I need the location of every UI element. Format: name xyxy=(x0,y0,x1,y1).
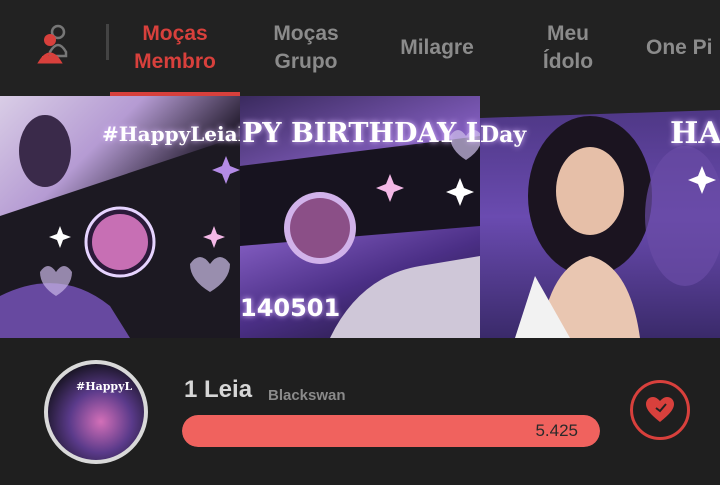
ranking-row[interactable]: #HappyL 1 Leia Blackswan 5.425 xyxy=(0,338,720,485)
banner-panel-left: #HappyLeiaI xyxy=(0,96,240,338)
nav-divider xyxy=(106,24,109,60)
banner-birthday-text: PY BIRTHDAY LEIA xyxy=(242,118,480,149)
tab-mocas-membro[interactable]: Moças Membro xyxy=(110,0,240,96)
top-nav-bar: Moças Membro Moças Grupo Milagre Meu Ído… xyxy=(0,0,720,96)
tab-one-pi[interactable]: One Pi xyxy=(646,0,720,96)
user-group-icon[interactable] xyxy=(34,22,74,64)
rank-and-name: 1 Leia xyxy=(184,376,253,403)
banner-hap-fragment: HAP xyxy=(670,116,720,151)
avatar[interactable]: #HappyL xyxy=(44,360,148,464)
birthday-banner[interactable]: #HappyLeiaI PY BIRTHDAY LEIA 140501 Day … xyxy=(0,96,720,338)
banner-day-fragment: Day xyxy=(480,122,527,148)
vote-heart-button[interactable] xyxy=(630,380,690,440)
avatar-hashtag: #HappyL xyxy=(76,380,133,393)
banner-panel-right: Day HAP xyxy=(480,96,720,338)
group-name: Blackswan xyxy=(268,387,346,404)
banner-hashtag: #HappyLeiaI xyxy=(102,122,240,146)
tab-milagre[interactable]: Milagre xyxy=(382,0,492,96)
tab-meu-idolo[interactable]: Meu Ídolo xyxy=(522,0,614,96)
heart-icon xyxy=(646,397,674,422)
tab-mocas-grupo[interactable]: Moças Grupo xyxy=(248,0,364,96)
vote-progress-bar: 5.425 xyxy=(182,415,600,447)
vote-count: 5.425 xyxy=(535,421,578,440)
banner-date: 140501 xyxy=(240,294,341,322)
banner-panel-center: PY BIRTHDAY LEIA 140501 xyxy=(240,96,480,338)
